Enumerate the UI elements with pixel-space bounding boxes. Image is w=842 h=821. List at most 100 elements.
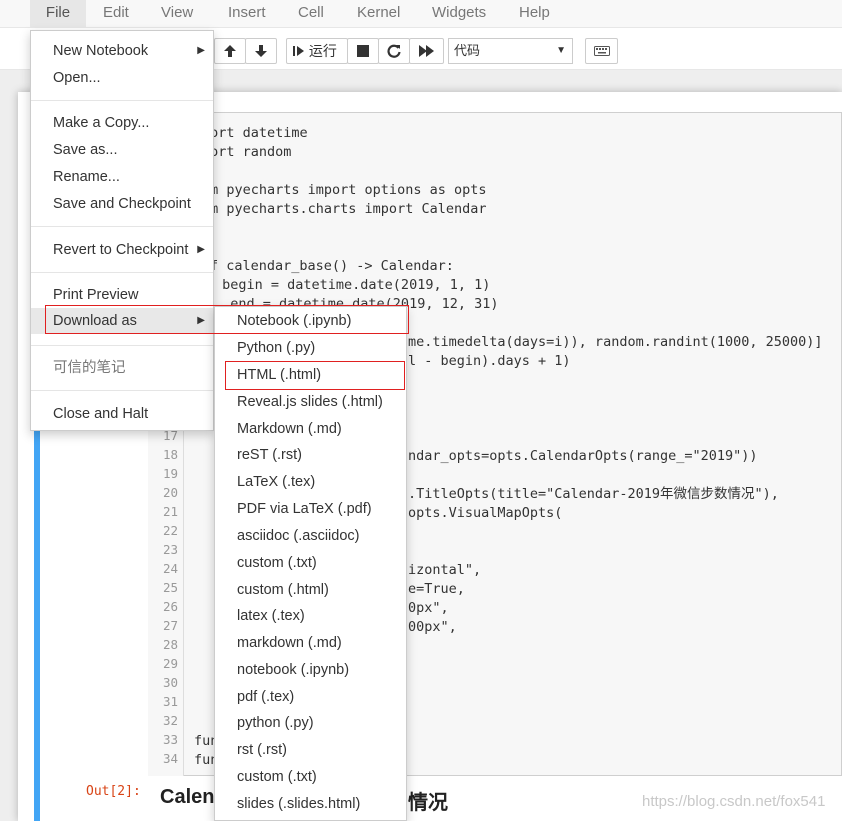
menu-divider — [31, 272, 213, 273]
caret-right-icon: ▶ — [197, 244, 205, 255]
code-line: izontal", — [408, 562, 482, 578]
menu-item-open[interactable]: Open... — [31, 65, 213, 91]
download-item[interactable]: markdown (.md) — [215, 630, 406, 656]
menu-help[interactable]: Help — [519, 0, 550, 28]
line-number: 28 — [162, 637, 178, 652]
restart-run-all-button[interactable] — [409, 38, 444, 64]
menu-item-trusted-notebook: 可信的笔记 — [31, 355, 213, 381]
code-line: port datetime — [202, 125, 308, 141]
download-item[interactable]: reST (.rst) — [215, 442, 406, 468]
caret-right-icon: ▶ — [197, 45, 205, 56]
menu-edit[interactable]: Edit — [103, 0, 129, 28]
line-number: 25 — [162, 580, 178, 595]
code-line: begin = datetime.date(2019, 1, 1) — [214, 277, 491, 293]
menu-item-label: Revert to Checkpoint — [53, 242, 189, 258]
line-number: 18 — [162, 447, 178, 462]
restart-button[interactable] — [378, 38, 410, 64]
watermark: https://blog.csdn.net/fox541 — [642, 793, 826, 810]
line-number: 22 — [162, 523, 178, 538]
line-number: 27 — [162, 618, 178, 633]
menu-divider — [31, 100, 213, 101]
code-line: e=True, — [408, 581, 465, 597]
download-item[interactable]: custom (.html) — [215, 577, 406, 603]
interrupt-button[interactable] — [347, 38, 379, 64]
move-down-button[interactable] — [245, 38, 277, 64]
download-item[interactable]: latex (.tex) — [215, 603, 406, 629]
file-menu: New Notebook ▶ Open... Make a Copy... Sav… — [30, 30, 214, 431]
move-up-button[interactable] — [214, 38, 246, 64]
annotation-box-download-as — [45, 305, 409, 334]
command-palette-button[interactable] — [585, 38, 618, 64]
run-button[interactable]: 运行 — [286, 38, 348, 64]
menu-item-label: Rename... — [53, 169, 120, 185]
download-item[interactable]: Markdown (.md) — [215, 416, 406, 442]
line-number: 26 — [162, 599, 178, 614]
download-item[interactable]: Python (.py) — [215, 335, 406, 361]
menu-divider — [31, 345, 213, 346]
download-item[interactable]: pdf (.tex) — [215, 684, 406, 710]
menu-insert[interactable]: Insert — [228, 0, 266, 28]
code-line: om pyecharts.charts import Calendar — [202, 201, 487, 217]
code-line: ndar_opts=opts.CalendarOpts(range_="2019… — [408, 448, 758, 464]
line-number: 32 — [162, 713, 178, 728]
line-number: 34 — [162, 751, 178, 766]
menu-kernel[interactable]: Kernel — [357, 0, 400, 28]
download-item[interactable]: Reveal.js slides (.html) — [215, 389, 406, 415]
code-line: opts.VisualMapOpts( — [408, 505, 563, 521]
menu-cell[interactable]: Cell — [298, 0, 324, 28]
download-item[interactable]: slides (.slides.html) — [215, 791, 406, 817]
menu-item-label: Print Preview — [53, 287, 139, 303]
stop-icon — [357, 45, 369, 57]
menu-item-label: 可信的笔记 — [53, 360, 126, 376]
output-title: Calen — [160, 786, 215, 808]
code-line: om pyecharts import options as opts — [202, 182, 487, 198]
menu-item-label: Make a Copy... — [53, 115, 150, 131]
menu-item-new-notebook[interactable]: New Notebook ▶ — [31, 38, 213, 64]
menu-item-save-as[interactable]: Save as... — [31, 137, 213, 163]
cell-type-select[interactable]: 代码 ▼ — [448, 38, 573, 64]
code-line: me.timedelta(days=i)), random.randint(10… — [408, 334, 823, 350]
arrow-up-icon — [224, 45, 236, 57]
code-line: 00px", — [408, 619, 457, 635]
menu-item-revert-checkpoint[interactable]: Revert to Checkpoint ▶ — [31, 237, 213, 263]
line-number: 19 — [162, 466, 178, 481]
line-number: 33 — [162, 732, 178, 747]
line-number: 31 — [162, 694, 178, 709]
menu-divider — [31, 226, 213, 227]
menu-item-rename[interactable]: Rename... — [31, 164, 213, 190]
line-number: 24 — [162, 561, 178, 576]
menu-item-save-checkpoint[interactable]: Save and Checkpoint — [31, 191, 213, 217]
output-title-tail: 情况 — [408, 792, 448, 814]
arrow-down-icon — [255, 45, 267, 57]
code-line: 0px", — [408, 600, 449, 616]
download-item[interactable]: notebook (.ipynb) — [215, 657, 406, 683]
menu-item-make-copy[interactable]: Make a Copy... — [31, 110, 213, 136]
line-number: 21 — [162, 504, 178, 519]
download-item[interactable]: LaTeX (.tex) — [215, 469, 406, 495]
code-line: port random — [202, 144, 292, 160]
menu-item-label: Close and Halt — [53, 406, 149, 422]
download-item[interactable]: custom (.txt) — [215, 764, 406, 790]
download-item[interactable]: custom (.txt) — [215, 550, 406, 576]
download-item[interactable]: python (.py) — [215, 710, 406, 736]
menu-item-label: Open... — [53, 70, 101, 86]
menu-item-label: New Notebook — [53, 43, 149, 59]
menu-item-label: Save as... — [53, 142, 118, 158]
code-line: f calendar_base() -> Calendar: — [210, 258, 454, 274]
menu-file[interactable]: File — [30, 0, 86, 28]
menu-divider — [31, 390, 213, 391]
cell-type-value: 代码 — [454, 43, 481, 58]
menu-item-close-halt[interactable]: Close and Halt — [31, 401, 213, 427]
download-item[interactable]: rst (.rst) — [215, 737, 406, 763]
download-item[interactable]: asciidoc (.asciidoc) — [215, 523, 406, 549]
download-item[interactable]: PDF via LaTeX (.pdf) — [215, 496, 406, 522]
restart-icon — [387, 44, 401, 58]
line-number: 23 — [162, 542, 178, 557]
line-number: 30 — [162, 675, 178, 690]
menu-view[interactable]: View — [161, 0, 193, 28]
code-line: .TitleOpts(title="Calendar-2019年微信步数情况")… — [408, 486, 779, 502]
run-icon — [293, 46, 304, 56]
menu-widgets[interactable]: Widgets — [432, 0, 486, 28]
output-prompt: Out[2]: — [86, 784, 141, 799]
line-number: 20 — [162, 485, 178, 500]
